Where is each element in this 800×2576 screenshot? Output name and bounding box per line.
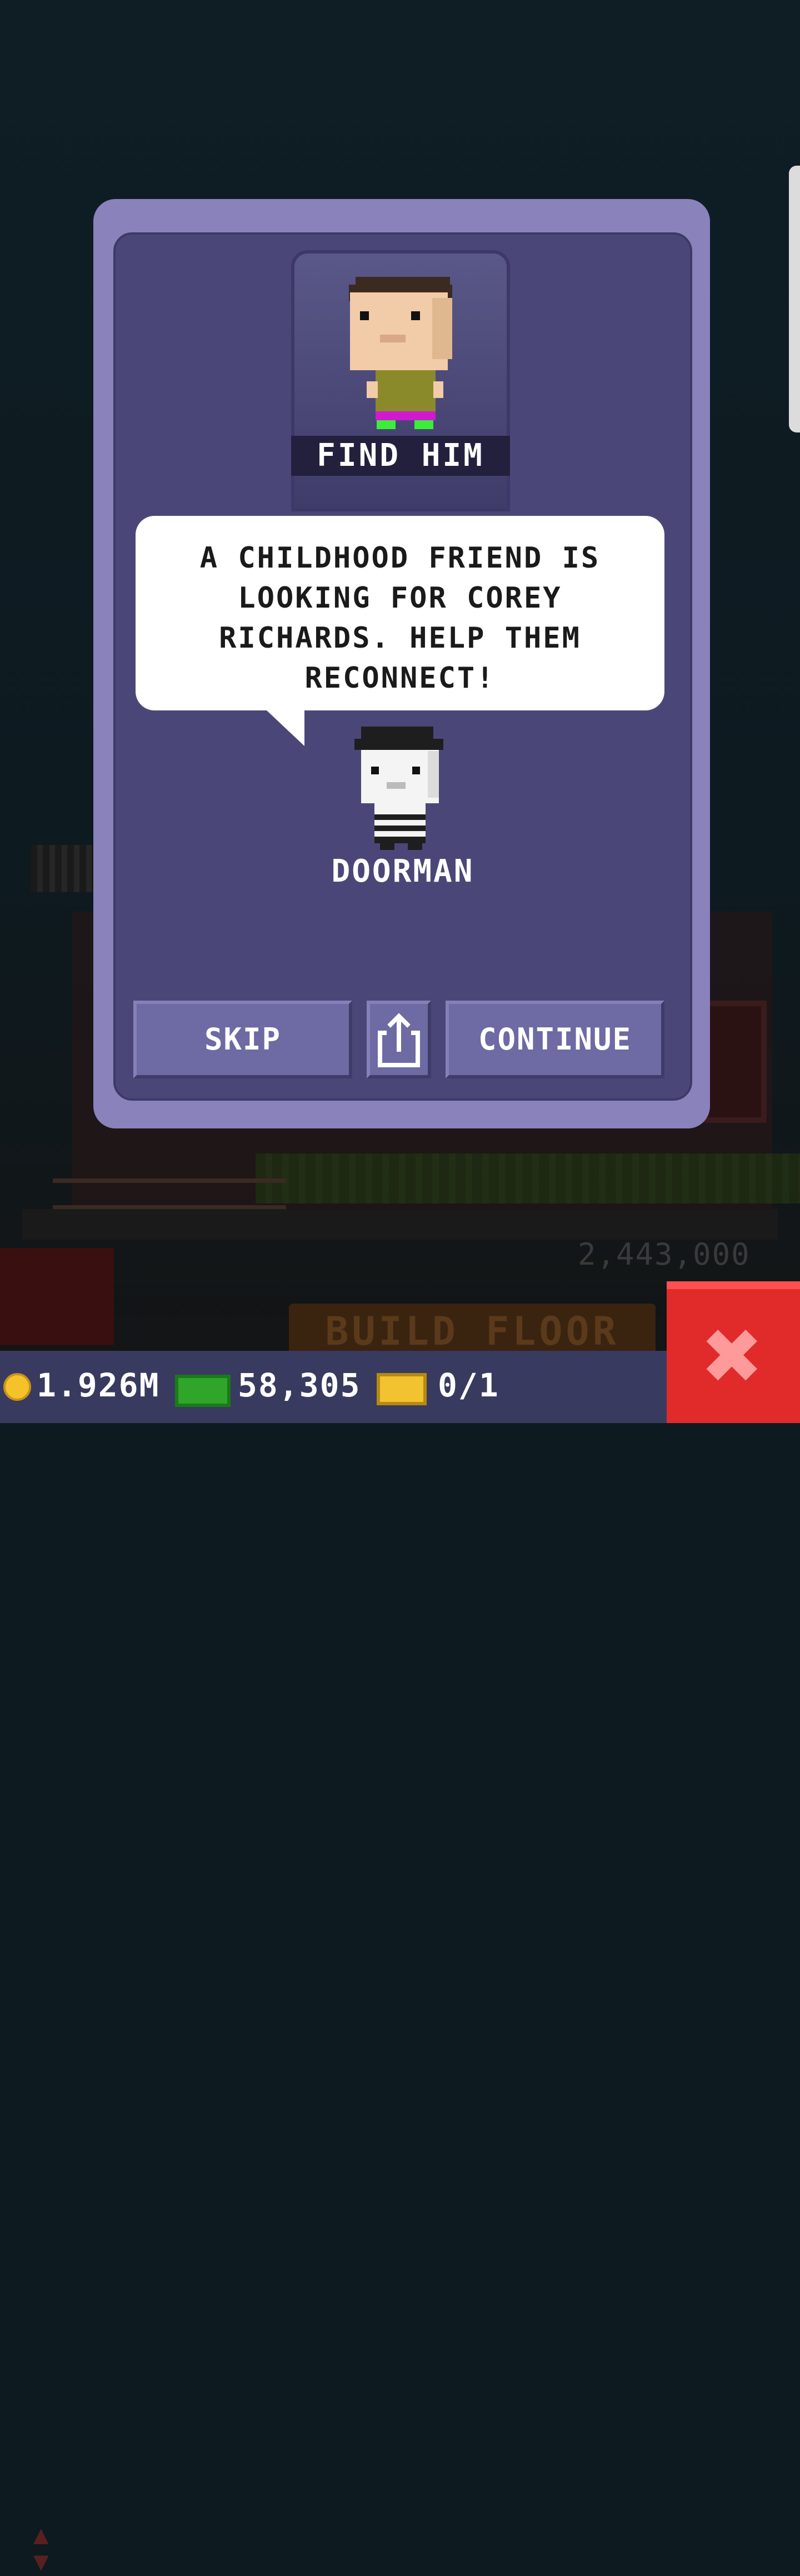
floor-price-label: 2,443,000 — [578, 1237, 751, 1272]
bux-count: 58,305 — [238, 1366, 361, 1404]
elevator-button[interactable]: ▲ ▼ — [0, 1248, 114, 2574]
ticket-icon — [377, 1373, 427, 1405]
bux-icon — [175, 1375, 231, 1407]
close-icon: ✖ — [703, 1297, 764, 1414]
coin-count: 1.926M — [37, 1366, 160, 1404]
background-grass — [256, 1153, 800, 1204]
ticket-count: 0/1 — [438, 1366, 499, 1404]
background-ground — [22, 1209, 778, 1240]
skip-button[interactable]: SKIP — [133, 1001, 352, 1078]
character-portrait-icon — [349, 277, 452, 429]
elevator-arrows-icon: ▲ ▼ — [33, 2519, 49, 2576]
mission-message: A CHILDHOOD FRIEND IS LOOKING FOR COREY … — [199, 541, 601, 695]
share-button[interactable] — [367, 1001, 431, 1078]
portrait-caption: FIND HIM — [291, 436, 510, 476]
side-panel-handle[interactable] — [789, 166, 800, 432]
speech-bubble: A CHILDHOOD FRIEND IS LOOKING FOR COREY … — [136, 516, 664, 710]
close-button[interactable]: ✖ — [667, 1281, 800, 1423]
background-sign — [31, 845, 94, 892]
coin-icon — [3, 1373, 31, 1401]
npc-name: DOORMAN — [331, 853, 474, 889]
speech-bubble-tail — [267, 710, 304, 746]
doorman-character-icon — [354, 727, 443, 850]
share-icon — [378, 1013, 420, 1067]
continue-button[interactable]: CONTINUE — [446, 1001, 664, 1078]
background-fence — [53, 1178, 286, 1210]
